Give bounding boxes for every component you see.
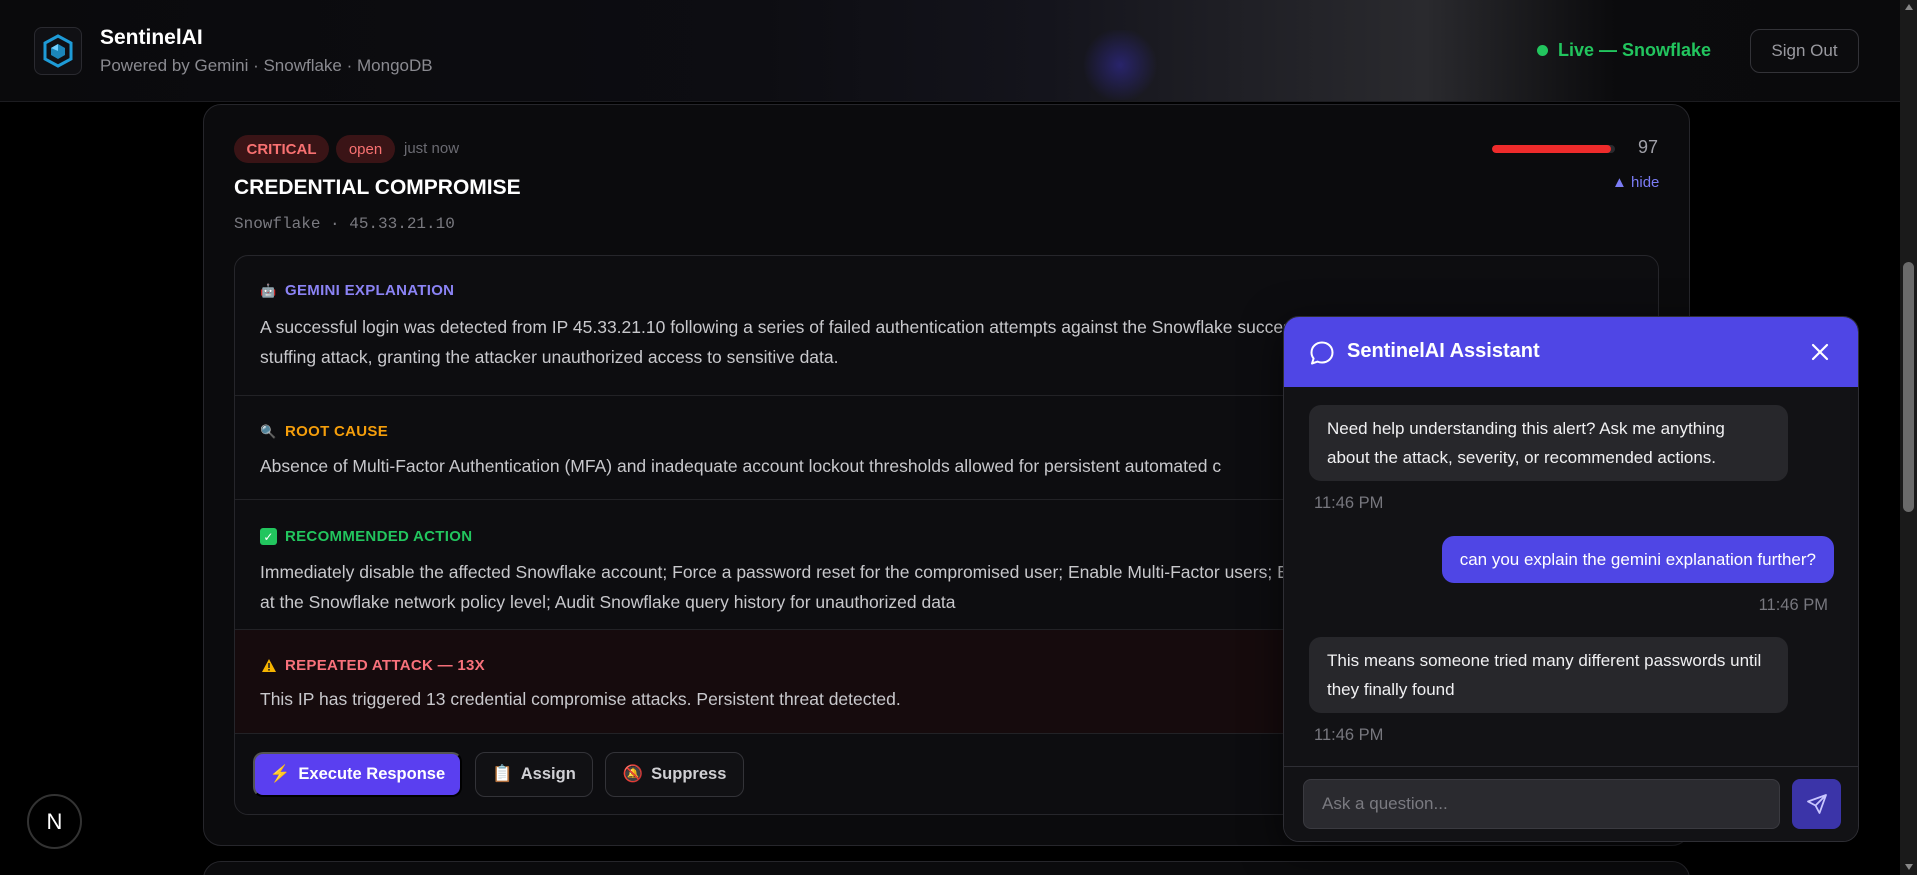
warning-icon bbox=[260, 657, 277, 674]
assistant-message: Need help understanding this alert? Ask … bbox=[1309, 405, 1788, 481]
muted-bell-icon: 🔕 bbox=[622, 765, 644, 783]
repeated-attack-heading: REPEATED ATTACK — 13X bbox=[260, 657, 485, 674]
assign-label: Assign bbox=[520, 765, 576, 783]
header-glow bbox=[1080, 30, 1160, 100]
gemini-explanation-heading: 🤖 GEMINI EXPLANATION bbox=[260, 282, 454, 299]
page-scrollbar[interactable] bbox=[1900, 0, 1917, 875]
live-status-label: Live — Snowflake bbox=[1558, 40, 1712, 60]
risk-score-value: 97 bbox=[1638, 137, 1659, 157]
dev-badge-label: N bbox=[46, 808, 63, 834]
brand-subtitle: Powered by Gemini · Snowflake · MongoDB bbox=[100, 56, 433, 75]
recommended-action-heading-text: RECOMMENDED ACTION bbox=[285, 528, 473, 545]
message-time: 11:46 PM bbox=[1758, 596, 1828, 614]
brand-title: SentinelAI bbox=[100, 26, 203, 49]
alert-title: CREDENTIAL COMPROMISE bbox=[234, 176, 521, 199]
chat-input-bar bbox=[1284, 766, 1858, 841]
user-message: can you explain the gemini explanation f… bbox=[1441, 536, 1834, 583]
live-dot-icon bbox=[1537, 45, 1548, 56]
assistant-chat-panel: SentinelAI Assistant Need help understan… bbox=[1283, 316, 1859, 842]
send-icon bbox=[1806, 794, 1827, 814]
status-badge: open bbox=[336, 135, 395, 163]
chat-title: SentinelAI Assistant bbox=[1347, 340, 1540, 362]
next-alert-card bbox=[203, 861, 1690, 875]
hide-label: ▲ hide bbox=[1612, 174, 1660, 191]
assign-button[interactable]: 📋 Assign bbox=[475, 752, 593, 797]
scroll-down-icon[interactable] bbox=[1905, 864, 1913, 870]
magnifier-icon: 🔍 bbox=[260, 423, 277, 439]
checkmark-icon: ✓ bbox=[260, 528, 277, 545]
root-cause-heading: 🔍 ROOT CAUSE bbox=[260, 423, 388, 440]
app-header: SentinelAI Powered by Gemini · Snowflake… bbox=[0, 0, 1900, 102]
suppress-label: Suppress bbox=[651, 765, 727, 783]
sign-out-button[interactable]: Sign Out bbox=[1750, 29, 1859, 73]
app-logo bbox=[34, 27, 82, 75]
risk-score-bar bbox=[1492, 145, 1615, 153]
close-icon[interactable] bbox=[1807, 339, 1833, 365]
message-time: 11:46 PM bbox=[1314, 726, 1384, 744]
robot-icon: 🤖 bbox=[260, 282, 277, 298]
suppress-button[interactable]: 🔕 Suppress bbox=[605, 752, 744, 797]
dev-tools-badge[interactable]: N bbox=[27, 794, 82, 849]
chat-bubble-icon bbox=[1310, 341, 1334, 365]
hide-details-link[interactable]: ▲ hide bbox=[1612, 174, 1659, 191]
execute-response-label: Execute Response bbox=[298, 765, 446, 783]
repeated-attack-heading-text: REPEATED ATTACK — 13X bbox=[285, 657, 485, 674]
gemini-explanation-heading-text: GEMINI EXPLANATION bbox=[285, 282, 455, 299]
alert-timestamp: just now bbox=[404, 140, 460, 157]
lightning-icon: ⚡ bbox=[269, 765, 291, 783]
root-cause-heading-text: ROOT CAUSE bbox=[285, 423, 389, 440]
risk-score-fill bbox=[1492, 145, 1612, 153]
live-status: Live — Snowflake bbox=[1537, 40, 1711, 61]
severity-badge: CRITICAL bbox=[234, 135, 329, 163]
assistant-message: This means someone tried many different … bbox=[1309, 637, 1788, 713]
recommended-action-heading: ✓ RECOMMENDED ACTION bbox=[260, 528, 472, 545]
send-button[interactable] bbox=[1792, 779, 1841, 829]
chat-question-input[interactable] bbox=[1303, 779, 1780, 829]
scroll-up-icon[interactable] bbox=[1905, 4, 1913, 10]
shield-cube-icon bbox=[43, 34, 73, 68]
chat-header: SentinelAI Assistant bbox=[1284, 317, 1858, 387]
alert-source: Snowflake · 45.33.21.10 bbox=[234, 215, 455, 233]
execute-response-button[interactable]: ⚡ Execute Response bbox=[253, 752, 462, 797]
clipboard-icon: 📋 bbox=[492, 765, 513, 783]
scroll-thumb[interactable] bbox=[1903, 262, 1914, 512]
message-time: 11:46 PM bbox=[1314, 494, 1384, 512]
